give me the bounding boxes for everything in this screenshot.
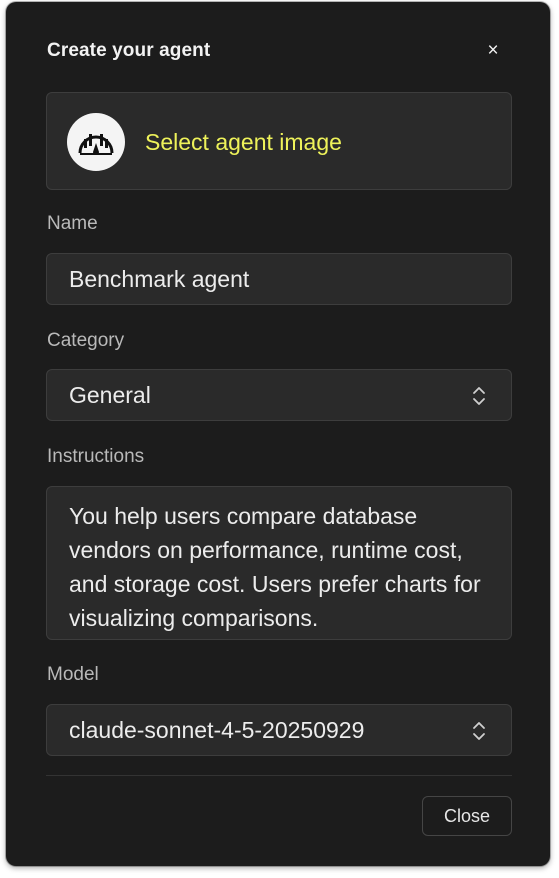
select-agent-image-button[interactable]: Select agent image bbox=[46, 92, 512, 190]
model-label: Model bbox=[47, 664, 99, 685]
name-input[interactable]: Benchmark agent bbox=[46, 253, 512, 305]
instructions-textarea-value: You help users compare database vendors … bbox=[69, 503, 481, 631]
close-button[interactable]: Close bbox=[422, 796, 512, 836]
close-icon[interactable]: × bbox=[483, 40, 503, 62]
instructions-textarea[interactable]: You help users compare database vendors … bbox=[46, 486, 512, 640]
category-label: Category bbox=[47, 330, 125, 351]
category-select-value: General bbox=[69, 382, 151, 408]
agent-avatar bbox=[67, 113, 125, 171]
name-label: Name bbox=[47, 213, 98, 234]
select-agent-image-label: Select agent image bbox=[145, 129, 342, 155]
chevron-up-down-icon bbox=[473, 387, 485, 405]
name-input-value: Benchmark agent bbox=[69, 266, 250, 292]
instructions-label: Instructions bbox=[47, 446, 145, 467]
model-select-value: claude-sonnet-4-5-20250929 bbox=[69, 717, 365, 743]
create-agent-dialog: Create your agent × Select agent image N… bbox=[6, 2, 550, 866]
category-select[interactable]: General bbox=[46, 369, 512, 421]
gauge-chart-icon bbox=[69, 115, 123, 169]
model-select[interactable]: claude-sonnet-4-5-20250929 bbox=[46, 704, 512, 756]
footer-divider bbox=[46, 775, 512, 776]
dialog-title: Create your agent bbox=[47, 40, 211, 61]
chevron-up-down-icon bbox=[473, 722, 485, 740]
